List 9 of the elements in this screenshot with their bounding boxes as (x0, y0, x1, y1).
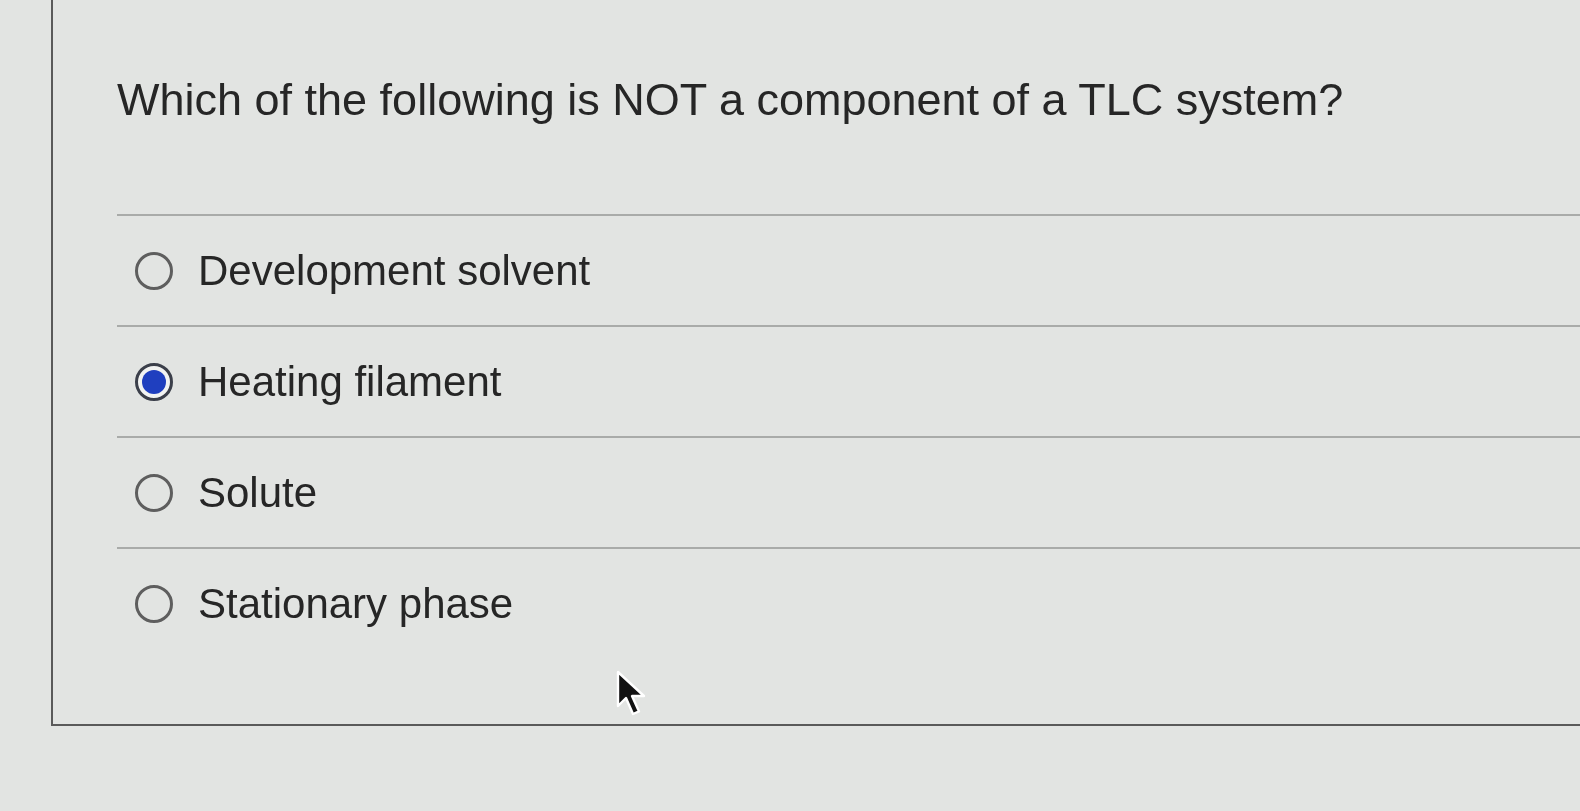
option-label[interactable]: Stationary phase (198, 577, 514, 630)
radio-button[interactable] (135, 473, 173, 512)
radio-button[interactable] (135, 584, 173, 623)
option-label[interactable]: Heating filament (198, 355, 502, 408)
question-text: Which of the following is NOT a component of a TLC system? (117, 73, 1345, 127)
radio-button[interactable] (135, 251, 173, 290)
option-label[interactable]: Development solvent (198, 244, 591, 297)
radio-button[interactable] (135, 362, 173, 401)
option-label[interactable]: Solute (198, 466, 318, 519)
